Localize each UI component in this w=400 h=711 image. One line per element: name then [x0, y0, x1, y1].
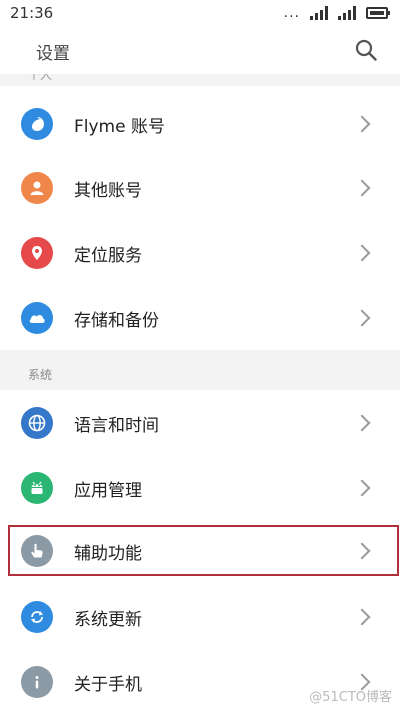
- settings-item-label: 其他账号: [74, 180, 142, 201]
- section-title-system: 系统: [28, 368, 53, 382]
- section-title-personal: 个人: [28, 74, 53, 82]
- location-pin-icon: [21, 237, 53, 269]
- settings-item-flyme-account[interactable]: Flyme 账号: [0, 92, 400, 156]
- flyme-account-icon: [21, 108, 53, 140]
- page-title: 设置: [36, 44, 70, 64]
- settings-item-label: 存储和备份: [74, 310, 159, 331]
- status-time: 21:36: [10, 4, 54, 22]
- chevron-right-icon: [353, 244, 371, 262]
- battery-icon: [366, 7, 390, 19]
- settings-item-label: 应用管理: [74, 480, 142, 501]
- person-icon: [21, 172, 53, 204]
- chevron-right-icon: [353, 414, 371, 432]
- chevron-right-icon: [353, 479, 371, 497]
- globe-icon: [21, 407, 53, 439]
- watermark: @51CTO博客: [309, 690, 392, 705]
- status-icons: ...: [283, 5, 390, 21]
- search-icon[interactable]: [354, 38, 378, 62]
- app-bar: 设置: [0, 28, 400, 74]
- settings-item-label: 定位服务: [74, 245, 142, 266]
- settings-item-app-management[interactable]: 应用管理: [0, 456, 400, 520]
- info-icon: [21, 666, 53, 698]
- settings-item-location[interactable]: 定位服务: [0, 221, 400, 285]
- signal-hd-icon: [338, 6, 356, 20]
- section-header-system: 系统: [0, 350, 400, 390]
- refresh-icon: [21, 601, 53, 633]
- status-bar: 21:36 ...: [0, 0, 400, 28]
- settings-item-storage-backup[interactable]: 存储和备份: [0, 286, 400, 350]
- highlight-box: [8, 525, 399, 576]
- settings-item-language-time[interactable]: 语言和时间: [0, 391, 400, 455]
- signal-icon: [310, 6, 328, 20]
- settings-item-label: 语言和时间: [74, 415, 159, 436]
- settings-item-label: Flyme 账号: [74, 116, 165, 137]
- settings-item-other-accounts[interactable]: 其他账号: [0, 156, 400, 220]
- chevron-right-icon: [353, 179, 371, 197]
- notification-dots-icon: ...: [283, 5, 300, 21]
- chevron-right-icon: [353, 115, 371, 133]
- partial-section-header: 个人: [0, 74, 400, 86]
- settings-item-label: 系统更新: [74, 609, 142, 630]
- chevron-right-icon: [353, 608, 371, 626]
- cloud-icon: [21, 302, 53, 334]
- android-icon: [21, 472, 53, 504]
- settings-item-system-update[interactable]: 系统更新: [0, 585, 400, 649]
- settings-item-label: 关于手机: [74, 674, 142, 695]
- chevron-right-icon: [353, 309, 371, 327]
